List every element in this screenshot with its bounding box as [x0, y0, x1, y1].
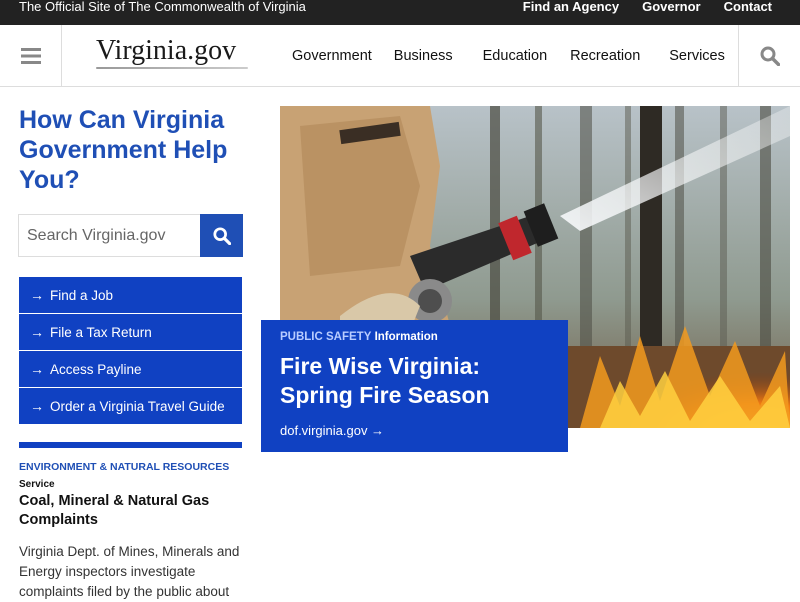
search-submit-button[interactable] [200, 214, 243, 257]
hero-type: Information [374, 331, 438, 343]
contact-link[interactable]: Contact [724, 0, 772, 13]
hero-label: PUBLIC SAFETY Information [280, 331, 438, 343]
nav-government[interactable]: Government [292, 48, 372, 64]
quick-link-tax-return[interactable]: → File a Tax Return [19, 314, 242, 350]
nav-recreation[interactable]: Recreation [570, 48, 640, 64]
search-input[interactable] [19, 215, 200, 256]
nav-business[interactable]: Business [394, 48, 453, 64]
arrow-right-icon: → [30, 361, 44, 377]
arrow-right-icon: → [30, 287, 44, 303]
official-site-text: The Official Site of The Commonwealth of… [19, 0, 306, 14]
quick-link-label: File a Tax Return [50, 324, 152, 340]
arrow-right-icon: → [30, 324, 44, 340]
quick-link-payline[interactable]: → Access Payline [19, 351, 242, 387]
utility-links: Find an Agency Governor Contact [500, 0, 772, 13]
quick-link-find-job[interactable]: → Find a Job [19, 277, 242, 313]
quick-link-label: Access Payline [50, 361, 142, 377]
quick-links: → Find a Job → File a Tax Return → Access P… [19, 277, 242, 425]
arrow-right-icon: → [30, 398, 44, 414]
hero-category: PUBLIC SAFETY [280, 331, 372, 343]
main-nav: Government Business Education Recreation… [292, 25, 747, 86]
feature-category[interactable]: ENVIRONMENT & NATURAL RESOURCES [19, 461, 229, 473]
nav-education[interactable]: Education [483, 48, 548, 64]
feature-title[interactable]: Coal, Mineral & Natural Gas Complaints [19, 492, 239, 530]
search-icon [212, 226, 231, 245]
search-icon [760, 46, 780, 66]
site-header: Virginia.gov Government Business Educati… [0, 25, 800, 87]
menu-button[interactable] [0, 25, 62, 86]
page-heading: How Can Virginia Government Help You? [19, 106, 228, 194]
quick-link-label: Order a Virginia Travel Guide [50, 398, 225, 414]
nav-services[interactable]: Services [669, 48, 725, 64]
site-search [18, 214, 243, 257]
hero-link[interactable]: dof.virginia.gov → [280, 423, 384, 438]
logo-swoosh [96, 67, 248, 69]
find-agency-link[interactable]: Find an Agency [523, 0, 619, 13]
hamburger-icon [20, 47, 41, 64]
feature-type: Service [19, 479, 55, 490]
feature-divider [19, 442, 242, 448]
quick-link-label: Find a Job [50, 287, 114, 303]
header-search-button[interactable] [738, 25, 800, 86]
quick-link-travel-guide[interactable]: → Order a Virginia Travel Guide [19, 388, 242, 424]
hero-title[interactable]: Fire Wise Virginia: Spring Fire Season [280, 352, 550, 410]
governor-link[interactable]: Governor [642, 0, 701, 13]
hero-caption-card[interactable]: PUBLIC SAFETY Information Fire Wise Virg… [261, 320, 568, 452]
utility-bar: The Official Site of The Commonwealth of… [0, 0, 800, 25]
site-logo[interactable]: Virginia.gov [96, 35, 236, 67]
feature-description: Virginia Dept. of Mines, Minerals and En… [19, 544, 240, 599]
